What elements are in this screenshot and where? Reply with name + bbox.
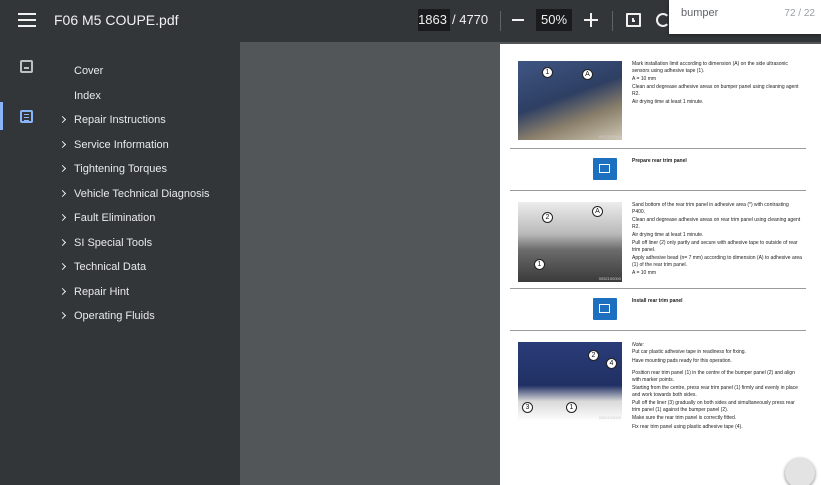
hamburger-menu-icon[interactable] bbox=[18, 13, 36, 29]
instruction-text: Position rear trim panel (1) in the cent… bbox=[632, 370, 795, 383]
chevron-right-icon[interactable] bbox=[58, 189, 67, 198]
instruction-text: Starting from the centre, press rear tri… bbox=[632, 385, 798, 398]
instruction-text: Mark installation limit according to dim… bbox=[632, 61, 788, 74]
chevron-right-icon[interactable] bbox=[58, 287, 67, 296]
document-viewport[interactable]: 1 A 0052100000 Mark installation limit a… bbox=[240, 42, 821, 485]
chevron-right-icon[interactable] bbox=[58, 164, 67, 173]
image-code: 0052100000 bbox=[598, 276, 621, 281]
outline-item-label: Technical Data bbox=[74, 261, 147, 273]
find-match-count: 72 / 22 bbox=[784, 8, 815, 19]
outline-item-label: Cover bbox=[74, 65, 104, 77]
pdf-page: 1 A 0052100000 Mark installation limit a… bbox=[500, 44, 821, 485]
illustration-install-trim-panel: 2 4 3 1 0052100000 bbox=[518, 342, 622, 421]
outline-item-tightening-torques[interactable]: Tightening Torques bbox=[50, 162, 240, 184]
chevron-right-icon[interactable] bbox=[58, 115, 67, 124]
callout-marker: 1 bbox=[542, 67, 553, 78]
outline-item-si-special-tools[interactable]: SI Special Tools bbox=[50, 236, 240, 258]
section-heading: Prepare rear trim panel bbox=[632, 158, 687, 164]
chevron-right-icon[interactable] bbox=[58, 311, 67, 320]
page-total: / 4770 bbox=[452, 12, 489, 27]
divider bbox=[510, 190, 806, 191]
page-number-input[interactable]: 1863 bbox=[418, 9, 450, 31]
callout-marker: 1 bbox=[534, 259, 545, 270]
chevron-right-icon[interactable] bbox=[58, 140, 67, 149]
outline-item-label: SI Special Tools bbox=[74, 237, 153, 249]
illustration-sensor-marking: 1 A 0052100000 bbox=[518, 61, 622, 140]
chevron-right-icon[interactable] bbox=[58, 238, 67, 247]
instruction-text: Pull off the liner (3) gradually on both… bbox=[632, 400, 795, 413]
divider bbox=[510, 288, 806, 289]
outline-item-technical-data[interactable]: Technical Data bbox=[50, 260, 240, 282]
callout-marker: 2 bbox=[588, 350, 599, 361]
instruction-text: Have mounting pads ready for this operat… bbox=[632, 358, 732, 364]
outline-item-label: Repair Hint bbox=[74, 286, 130, 298]
outline-item-label: Fault Elimination bbox=[74, 212, 156, 224]
instruction-text: Put car plastic adhesive tape in readine… bbox=[632, 349, 746, 355]
outline-item-label: Vehicle Technical Diagnosis bbox=[74, 188, 210, 200]
callout-marker: 3 bbox=[522, 402, 533, 413]
outline-item-label: Tightening Torques bbox=[74, 163, 167, 175]
find-bar: bumper 72 / 22 bbox=[669, 0, 821, 34]
outline-item-index[interactable]: Index bbox=[50, 89, 240, 111]
instruction-text: A = 10 mm bbox=[632, 270, 657, 276]
pdf-viewer: F06 M5 COUPE.pdf 1863 / 4770 50% bumper … bbox=[0, 0, 821, 485]
outline-item-cover[interactable]: Cover bbox=[50, 64, 240, 86]
zoom-input[interactable]: 50% bbox=[536, 9, 572, 31]
side-rail bbox=[0, 42, 50, 485]
outline-item-service-information[interactable]: Service Information bbox=[50, 138, 240, 160]
note-label: Note: bbox=[632, 342, 644, 348]
instruction-text: A = 10 mm bbox=[632, 76, 657, 82]
callout-marker: 2 bbox=[542, 212, 553, 223]
fit-page-icon[interactable] bbox=[626, 13, 641, 27]
document-outline-icon[interactable] bbox=[20, 110, 33, 123]
instruction-text: Apply adhesive bead (n= 7 mm) according … bbox=[632, 255, 802, 268]
divider bbox=[612, 11, 613, 31]
instruction-text: Clean and degrease adhesive areas on bum… bbox=[632, 84, 799, 97]
chevron-right-icon[interactable] bbox=[58, 213, 67, 222]
callout-marker: 1 bbox=[566, 402, 577, 413]
document-title: F06 M5 COUPE.pdf bbox=[54, 12, 179, 28]
divider bbox=[510, 148, 806, 149]
divider bbox=[500, 11, 501, 31]
outline-item-operating-fluids[interactable]: Operating Fluids bbox=[50, 309, 240, 331]
illustration-rear-trim-panel: A 2 1 0052100000 bbox=[518, 202, 622, 282]
image-code: 0052100000 bbox=[598, 415, 621, 420]
instruction-text: Make sure the rear trim panel is correct… bbox=[632, 415, 737, 421]
image-code: 0052100000 bbox=[598, 134, 621, 139]
instruction-text: Fix rear trim panel using plastic adhesi… bbox=[632, 424, 743, 430]
outline-item-label: Repair Instructions bbox=[74, 114, 166, 126]
active-indicator bbox=[0, 102, 3, 130]
callout-marker: A bbox=[582, 69, 593, 80]
outline-item-fault-elimination[interactable]: Fault Elimination bbox=[50, 211, 240, 233]
instruction-text: Clean and degrease adhesive areas on rea… bbox=[632, 217, 801, 230]
callout-marker: 4 bbox=[606, 358, 617, 369]
outline-sidebar: Cover Index Repair Instructions Service … bbox=[50, 42, 240, 485]
section-heading: Install rear trim panel bbox=[632, 298, 683, 304]
rotate-icon[interactable] bbox=[656, 13, 670, 27]
instruction-text: Sand bottom of the rear trim panel in ad… bbox=[632, 202, 789, 215]
thumbnail-view-icon[interactable] bbox=[20, 60, 33, 73]
instruction-text: Pull off liner (2) only partly and secur… bbox=[632, 240, 798, 253]
outline-item-repair-hint[interactable]: Repair Hint bbox=[50, 285, 240, 307]
instruction-text: Air drying time at least 1 minute. bbox=[632, 232, 704, 238]
find-input[interactable]: bumper bbox=[681, 7, 718, 19]
zoom-out-icon[interactable] bbox=[512, 19, 524, 21]
info-icon bbox=[593, 158, 617, 180]
zoom-in-icon[interactable] bbox=[584, 13, 598, 27]
outline-item-label: Service Information bbox=[74, 139, 169, 151]
instruction-text: Air drying time at least 1 minute. bbox=[632, 99, 704, 105]
info-icon bbox=[593, 298, 617, 320]
chevron-right-icon[interactable] bbox=[58, 262, 67, 271]
outline-item-vehicle-technical-diagnosis[interactable]: Vehicle Technical Diagnosis bbox=[50, 187, 240, 209]
divider bbox=[510, 330, 806, 331]
callout-marker: A bbox=[592, 206, 603, 217]
outline-item-repair-instructions[interactable]: Repair Instructions bbox=[50, 113, 240, 135]
outline-item-label: Operating Fluids bbox=[74, 310, 155, 322]
outline-item-label: Index bbox=[74, 90, 101, 102]
floating-action-button[interactable] bbox=[785, 458, 815, 485]
